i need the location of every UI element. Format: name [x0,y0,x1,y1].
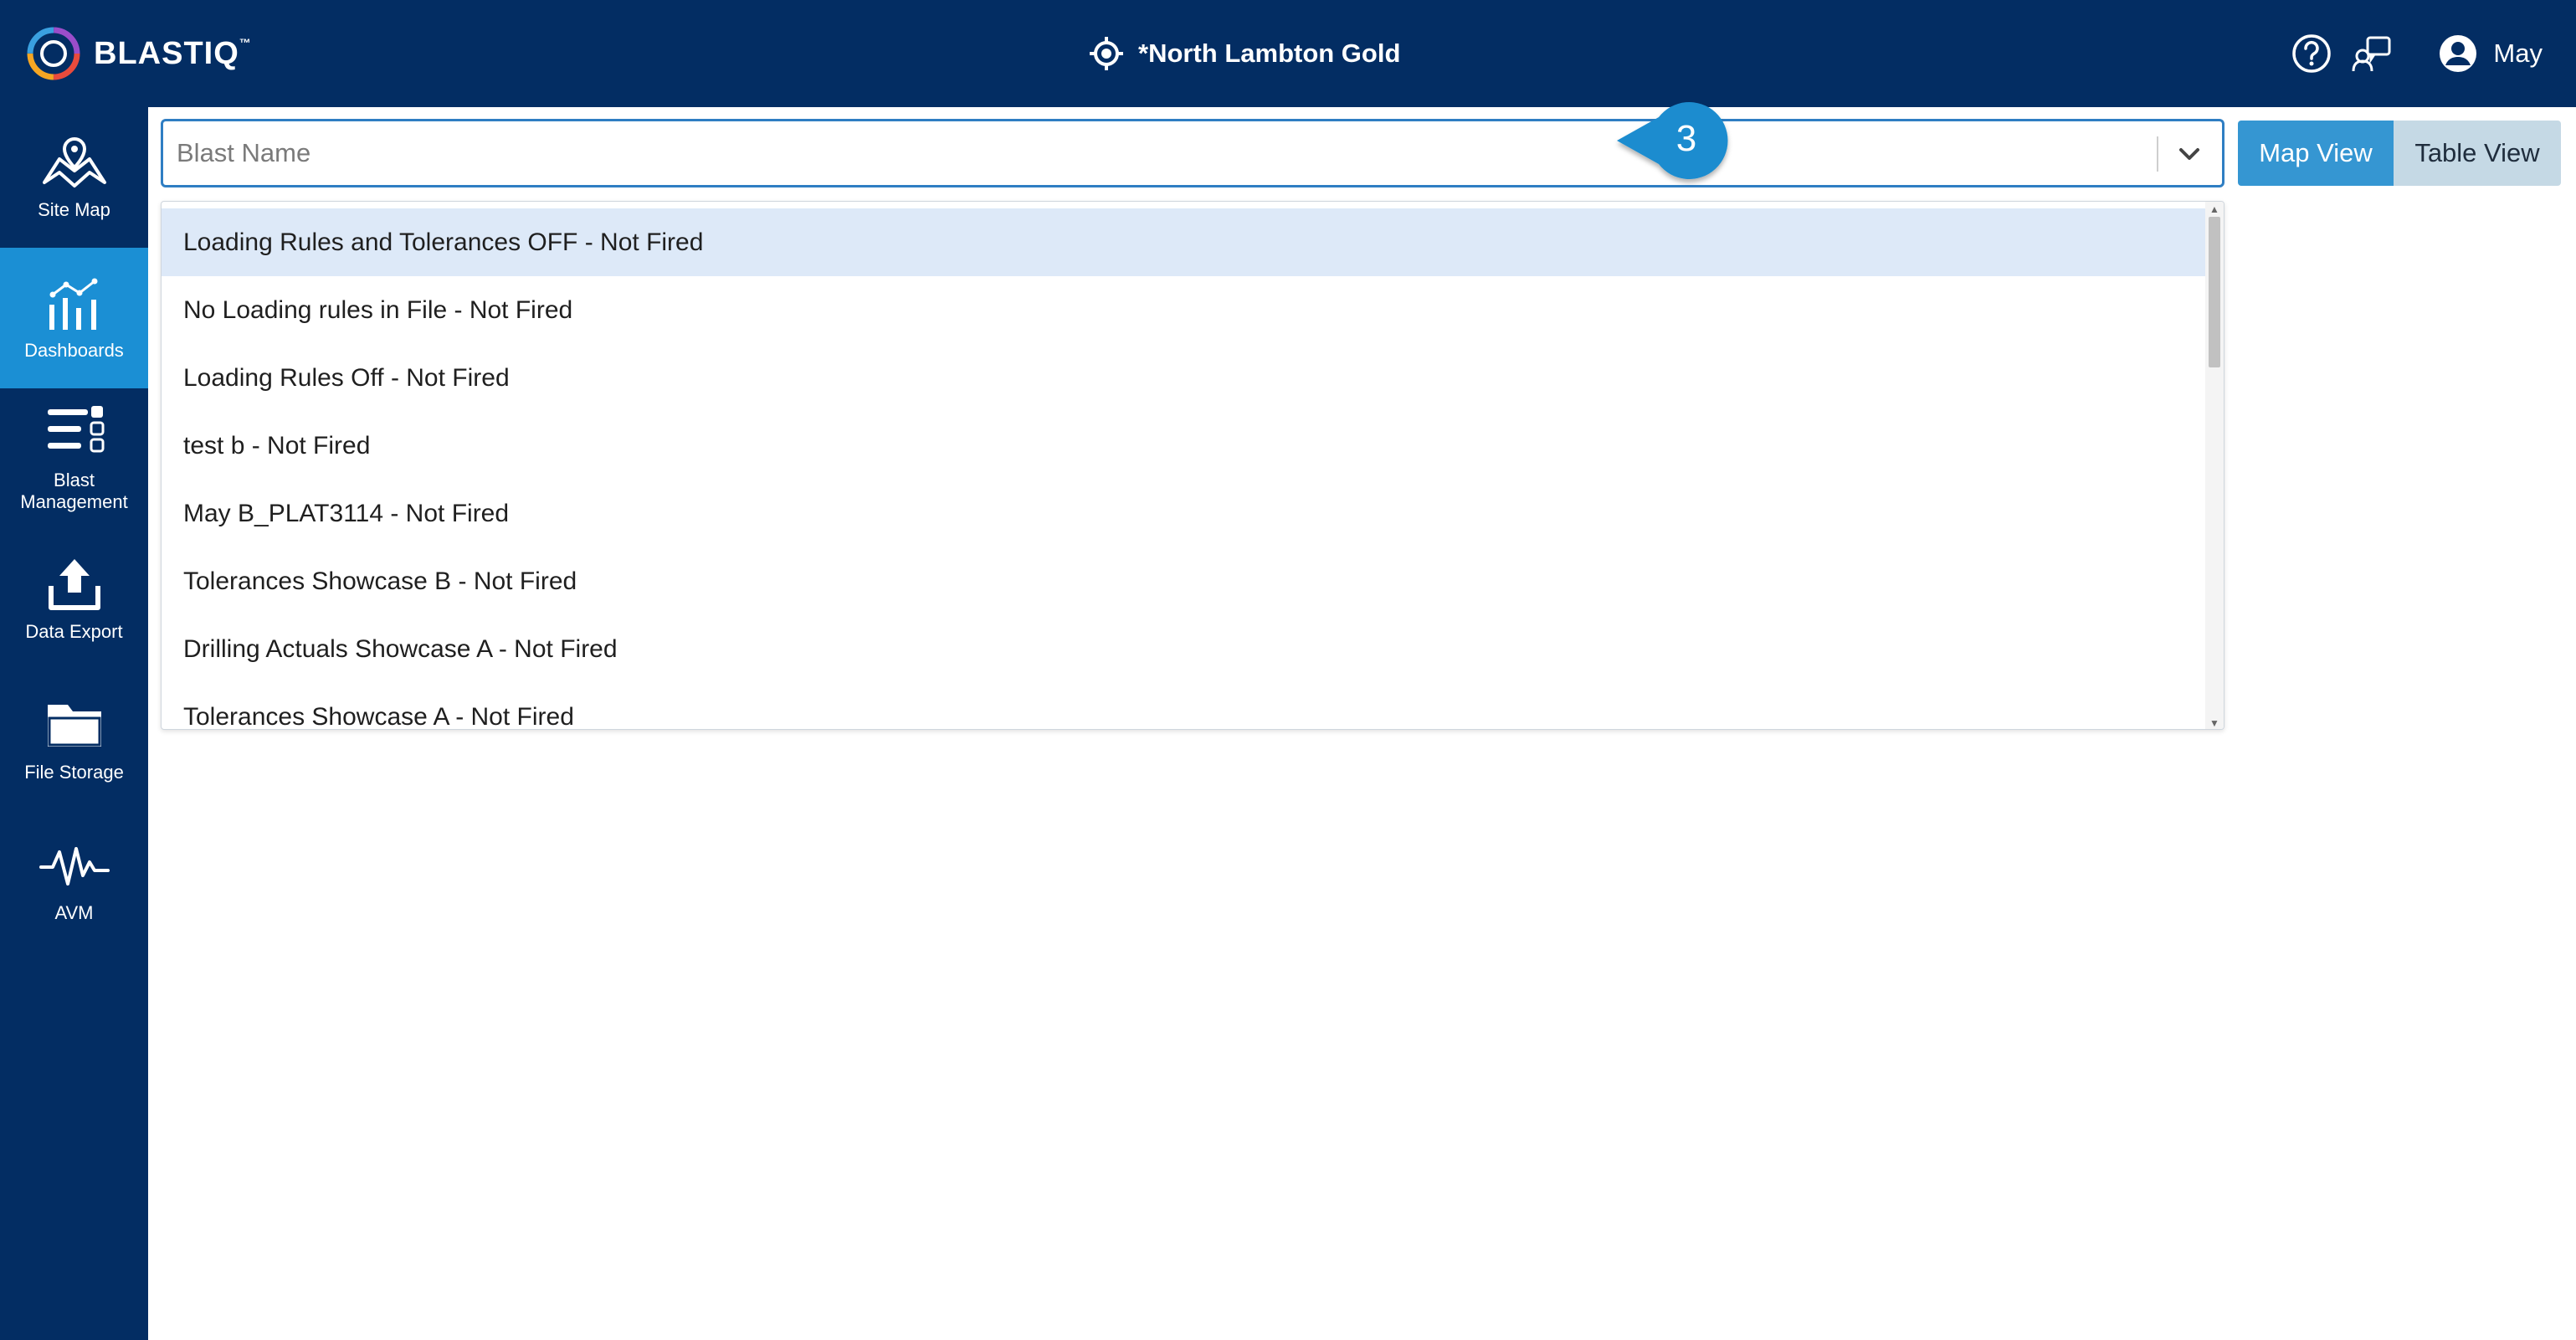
dropdown-option[interactable]: Loading Rules and Tolerances OFF - Not F… [162,208,2207,276]
sidebar-item-blast-management[interactable]: Blast Management [0,388,148,529]
scroll-up-arrow-icon[interactable]: ▲ [2205,202,2224,217]
sidebar-item-label: Data Export [25,621,123,642]
blast-name-combobox[interactable] [161,119,2224,187]
dashboards-icon [49,278,97,330]
blast-name-input[interactable] [175,128,2100,178]
combo-separator [2157,136,2158,172]
dropdown-scrollbar[interactable]: ▲ ▼ [2205,202,2224,729]
site-name: *North Lambton Gold [1138,39,1401,68]
dropdown-option[interactable]: No Loading rules in File - Not Fired [162,276,2207,344]
sidebar-item-label: Dashboards [24,340,124,361]
dropdown-option[interactable]: Tolerances Showcase B - Not Fired [162,547,2207,615]
scroll-down-arrow-icon[interactable]: ▼ [2205,716,2224,729]
step-number: 3 [1675,118,1697,159]
dropdown-options: Loading Rules and Tolerances OFF - Not F… [162,208,2207,730]
user-name[interactable]: May [2493,39,2543,69]
view-toggle: Map View Table View [2238,121,2561,186]
blast-management-icon [47,406,104,453]
dropdown-option[interactable]: Loading Rules Off - Not Fired [162,344,2207,412]
sidebar-item-label: File Storage [24,762,124,783]
user-icon[interactable] [2438,33,2478,74]
sidebar-item-dashboards[interactable]: Dashboards [0,248,148,388]
dropdown-option[interactable]: test b - Not Fired [162,412,2207,480]
data-export-icon [48,559,100,610]
blast-name-dropdown: Loading Rules and Tolerances OFF - Not F… [161,201,2224,730]
avm-icon [38,847,110,886]
sidebar: Site Map Dashboards Blast Management Dat… [0,107,148,1340]
site-map-icon [42,136,106,187]
sidebar-item-site-map[interactable]: Site Map [0,107,148,248]
scroll-thumb[interactable] [2209,217,2220,367]
dropdown-option[interactable]: May B_PLAT3114 - Not Fired [162,480,2207,547]
table-view-button[interactable]: Table View [2394,121,2561,186]
help-icon[interactable] [2291,33,2332,74]
dropdown-option[interactable]: Tolerances Showcase A - Not Fired [162,683,2207,730]
dropdown-toggle[interactable] [2168,136,2210,172]
sidebar-item-avm[interactable]: AVM [0,810,148,951]
sidebar-item-label: AVM [54,902,94,923]
map-view-button[interactable]: Map View [2238,121,2394,186]
chevron-down-icon [2179,148,2199,160]
sidebar-item-data-export[interactable]: Data Export [0,529,148,670]
crosshair-icon [1090,37,1123,70]
logo-ring-icon [27,27,80,80]
top-bar: BLASTIQ™ *North Lambton Gold May [0,0,2576,107]
topbar-actions: May [2272,27,2543,80]
dropdown-option[interactable]: Drilling Actuals Showcase A - Not Fired [162,615,2207,683]
file-storage-icon [47,705,101,747]
sidebar-item-label: Blast Management [20,470,128,512]
sidebar-item-label: Site Map [38,199,110,220]
site-selector[interactable]: *North Lambton Gold [1088,27,1400,80]
logo-text: BLASTIQ™ [94,35,252,71]
blastiq-logo[interactable]: BLASTIQ™ [25,23,252,84]
sidebar-item-file-storage[interactable]: File Storage [0,670,148,810]
support-icon[interactable] [2351,33,2393,74]
